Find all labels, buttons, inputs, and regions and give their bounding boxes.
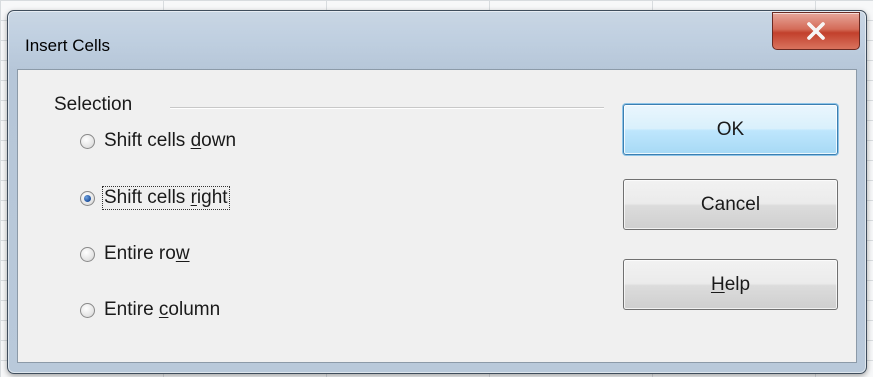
- help-button[interactable]: Help: [623, 259, 838, 310]
- option-shift-cells-right[interactable]: Shift cells right: [80, 186, 230, 210]
- option-label: Entire column: [104, 299, 221, 320]
- radio-button-icon[interactable]: [80, 133, 95, 149]
- dialog-title: Insert Cells: [25, 36, 111, 55]
- insert-cells-dialog: Insert Cells Selection Shift cells down …: [7, 10, 867, 374]
- radio-button-icon[interactable]: [80, 190, 95, 206]
- radio-button-icon[interactable]: [80, 302, 95, 318]
- close-button[interactable]: [772, 12, 860, 50]
- cancel-button[interactable]: Cancel: [623, 179, 838, 230]
- option-label: Shift cells right: [102, 186, 230, 210]
- dialog-client-area: Selection Shift cells down Shift cells r…: [17, 69, 857, 363]
- option-entire-column[interactable]: Entire column: [80, 299, 221, 321]
- option-shift-cells-down[interactable]: Shift cells down: [80, 130, 237, 152]
- option-label: Entire row: [104, 243, 190, 264]
- close-icon: [807, 22, 825, 40]
- ok-button[interactable]: OK: [623, 104, 838, 155]
- option-entire-row[interactable]: Entire row: [80, 243, 191, 265]
- option-label: Shift cells down: [104, 130, 237, 151]
- selection-group-label: Selection: [54, 94, 133, 115]
- group-separator: [170, 107, 604, 109]
- radio-button-icon[interactable]: [80, 246, 95, 262]
